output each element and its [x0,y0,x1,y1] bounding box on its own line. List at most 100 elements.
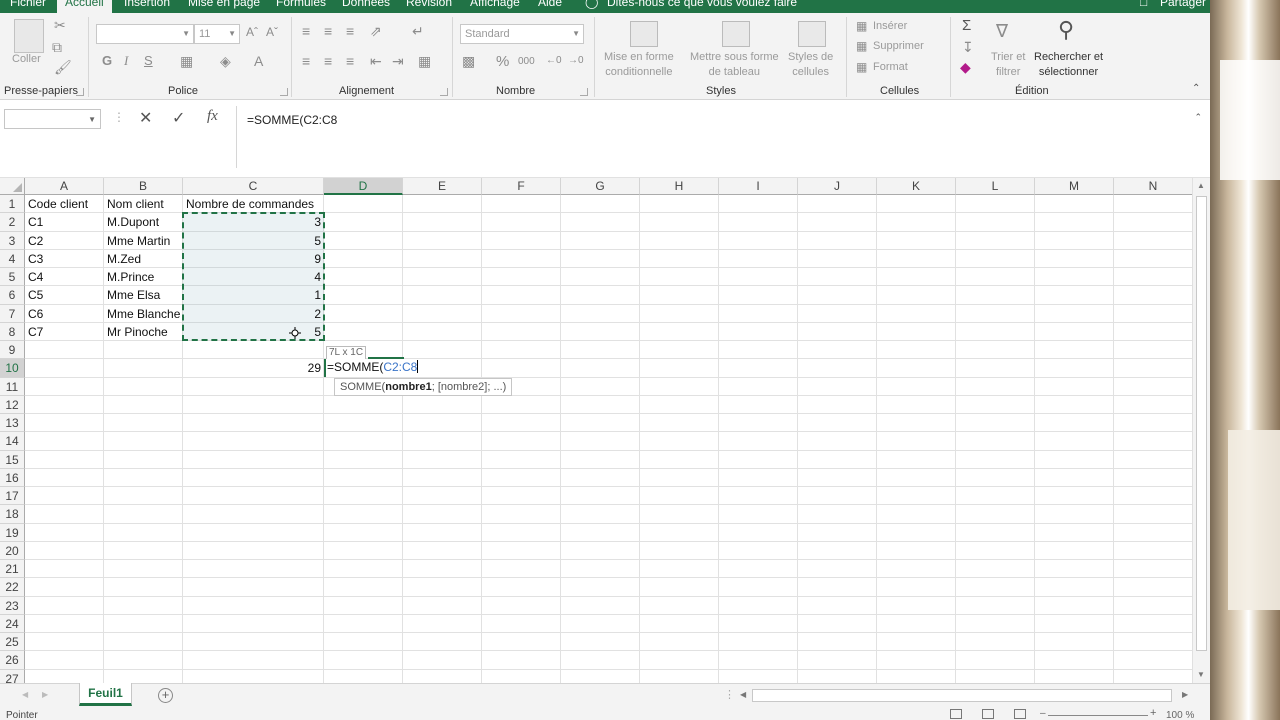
function-syntax-tooltip[interactable]: SOMME(nombre1; [nombre2]; ...) [334,378,513,396]
select-all-corner[interactable] [0,178,25,195]
enter-icon[interactable]: ✓ [172,108,185,128]
column-header-k[interactable]: K [877,178,956,195]
row-header-7[interactable]: 7 [0,304,25,323]
align-bottom-icon[interactable]: ≡ [346,23,354,39]
number-dialog-launcher[interactable] [580,88,588,96]
name-box[interactable]: ▼ [4,109,101,129]
cut-icon[interactable]: ✂ [54,17,66,34]
row-header-6[interactable]: 6 [0,286,25,305]
zoom-out-icon[interactable]: – [1040,708,1046,719]
conditional-formatting-button[interactable]: Mise en forme conditionnelle [604,50,674,80]
cell-a8[interactable]: C7 [25,323,46,341]
find-select-icon[interactable]: ⚲ [1058,17,1074,43]
row-header-26[interactable]: 26 [0,651,25,670]
clear-icon[interactable]: ◆ [960,59,971,76]
tab-mise-en-page[interactable]: Mise en page [188,0,260,9]
column-header-d[interactable]: D [324,178,403,195]
column-header-m[interactable]: M [1035,178,1114,195]
insert-cells-button[interactable]: Insérer [873,19,907,34]
row-header-8[interactable]: 8 [0,322,25,341]
alignment-dialog-launcher[interactable] [440,88,448,96]
row-header-25[interactable]: 25 [0,633,25,652]
tab-accueil[interactable]: Accueil [57,0,112,13]
scroll-down-icon[interactable]: ▼ [1197,670,1205,679]
column-header-n[interactable]: N [1114,178,1193,195]
row-header-23[interactable]: 23 [0,596,25,615]
cell-a1[interactable]: Code client [25,195,91,213]
format-as-table-icon[interactable] [722,21,750,47]
orientation-icon[interactable]: ⇗ [370,23,382,40]
italic-button[interactable]: I [124,53,128,69]
align-right-icon[interactable]: ≡ [346,53,354,69]
row-header-24[interactable]: 24 [0,614,25,633]
tab-affichage[interactable]: Affichage [470,0,520,9]
normal-view-icon[interactable] [950,709,962,719]
row-header-27[interactable]: 27 [0,669,25,683]
row-header-15[interactable]: 15 [0,450,25,469]
percent-button[interactable]: % [496,53,509,70]
font-name-combo[interactable]: ▼ [96,24,194,44]
expand-formula-bar-icon[interactable]: ⌃ [1194,112,1202,123]
insert-cells-icon[interactable]: ▦ [856,19,867,33]
row-header-12[interactable]: 12 [0,395,25,414]
column-header-f[interactable]: F [482,178,561,195]
cell-c5[interactable]: 4 [183,268,324,286]
conditional-formatting-icon[interactable] [630,21,658,47]
format-painter-icon[interactable]: 🖌 [54,59,72,76]
merge-center-icon[interactable]: ▦ [418,53,431,70]
decrease-decimal-icon[interactable]: →0 [568,55,584,66]
column-header-i[interactable]: I [719,178,798,195]
font-size-combo[interactable]: 11 ▼ [194,24,240,44]
row-header-10[interactable]: 10 [0,359,25,378]
column-header-e[interactable]: E [403,178,482,195]
font-color-icon[interactable]: A [254,53,263,69]
find-select-button[interactable]: Rechercher et sélectionner [1034,50,1103,80]
cell-c2[interactable]: 3 [183,213,324,231]
horizontal-scroll-thumb[interactable] [752,689,1172,702]
thousands-separator-button[interactable]: 000 [518,56,535,67]
cell-c4[interactable]: 9 [183,250,324,268]
worksheet-grid[interactable]: ABCDEFGHIJKLMN 1 2 3 4 5 6 7 8 9 10 11 12 13 14 15 16 17… [0,178,1200,683]
cell-b8[interactable]: Mr Pinoche [104,323,171,341]
column-header-b[interactable]: B [104,178,183,195]
cell-b6[interactable]: Mme Elsa [104,286,163,304]
cell-b7[interactable]: Mme Blanche [104,305,183,323]
format-cells-button[interactable]: Format [873,60,908,75]
row-header-22[interactable]: 22 [0,578,25,597]
row-header-9[interactable]: 9 [0,341,25,360]
cell-d10-editor[interactable]: =SOMME(C2:C8 [324,359,419,377]
font-dialog-launcher[interactable] [280,88,288,96]
insert-function-button[interactable]: fx [207,108,218,125]
tab-revision[interactable]: Révision [406,0,452,9]
prev-sheet-icon[interactable]: ◀ [22,690,28,699]
row-header-13[interactable]: 13 [0,414,25,433]
zoom-in-icon[interactable]: + [1150,707,1156,719]
row-header-19[interactable]: 19 [0,523,25,542]
format-cells-icon[interactable]: ▦ [856,60,867,74]
sort-filter-icon[interactable]: ∇ [996,21,1008,42]
increase-indent-icon[interactable]: ⇥ [392,53,404,70]
scroll-up-icon[interactable]: ▲ [1197,181,1205,190]
column-header-c[interactable]: C [183,178,324,195]
vertical-scrollbar[interactable]: ▲ ▼ [1192,178,1210,683]
decrease-indent-icon[interactable]: ⇤ [370,53,382,70]
sheet-tab-feuil1[interactable]: Feuil1 [79,683,132,706]
collapse-ribbon-icon[interactable]: ⌃ [1192,83,1200,94]
underline-button[interactable]: S [144,53,153,68]
vertical-scroll-thumb[interactable] [1196,196,1207,651]
cell-c10[interactable]: 29 [183,359,324,377]
page-layout-icon[interactable] [982,709,994,719]
tab-insertion[interactable]: Insertion [124,0,170,9]
row-header-5[interactable]: 5 [0,268,25,287]
next-sheet-icon[interactable]: ▶ [42,690,48,699]
paste-button[interactable]: Coller [12,52,41,67]
add-sheet-button[interactable]: + [158,688,173,703]
zoom-slider[interactable] [1048,715,1148,716]
autosum-icon[interactable]: Σ [962,17,971,34]
tab-fichier[interactable]: Fichier [10,0,46,9]
delete-cells-icon[interactable]: ▦ [856,39,867,53]
formula-input[interactable]: =SOMME(C2:C8 [236,106,1206,168]
tab-aide[interactable]: Aide [538,0,562,9]
row-header-18[interactable]: 18 [0,505,25,524]
row-header-17[interactable]: 17 [0,487,25,506]
